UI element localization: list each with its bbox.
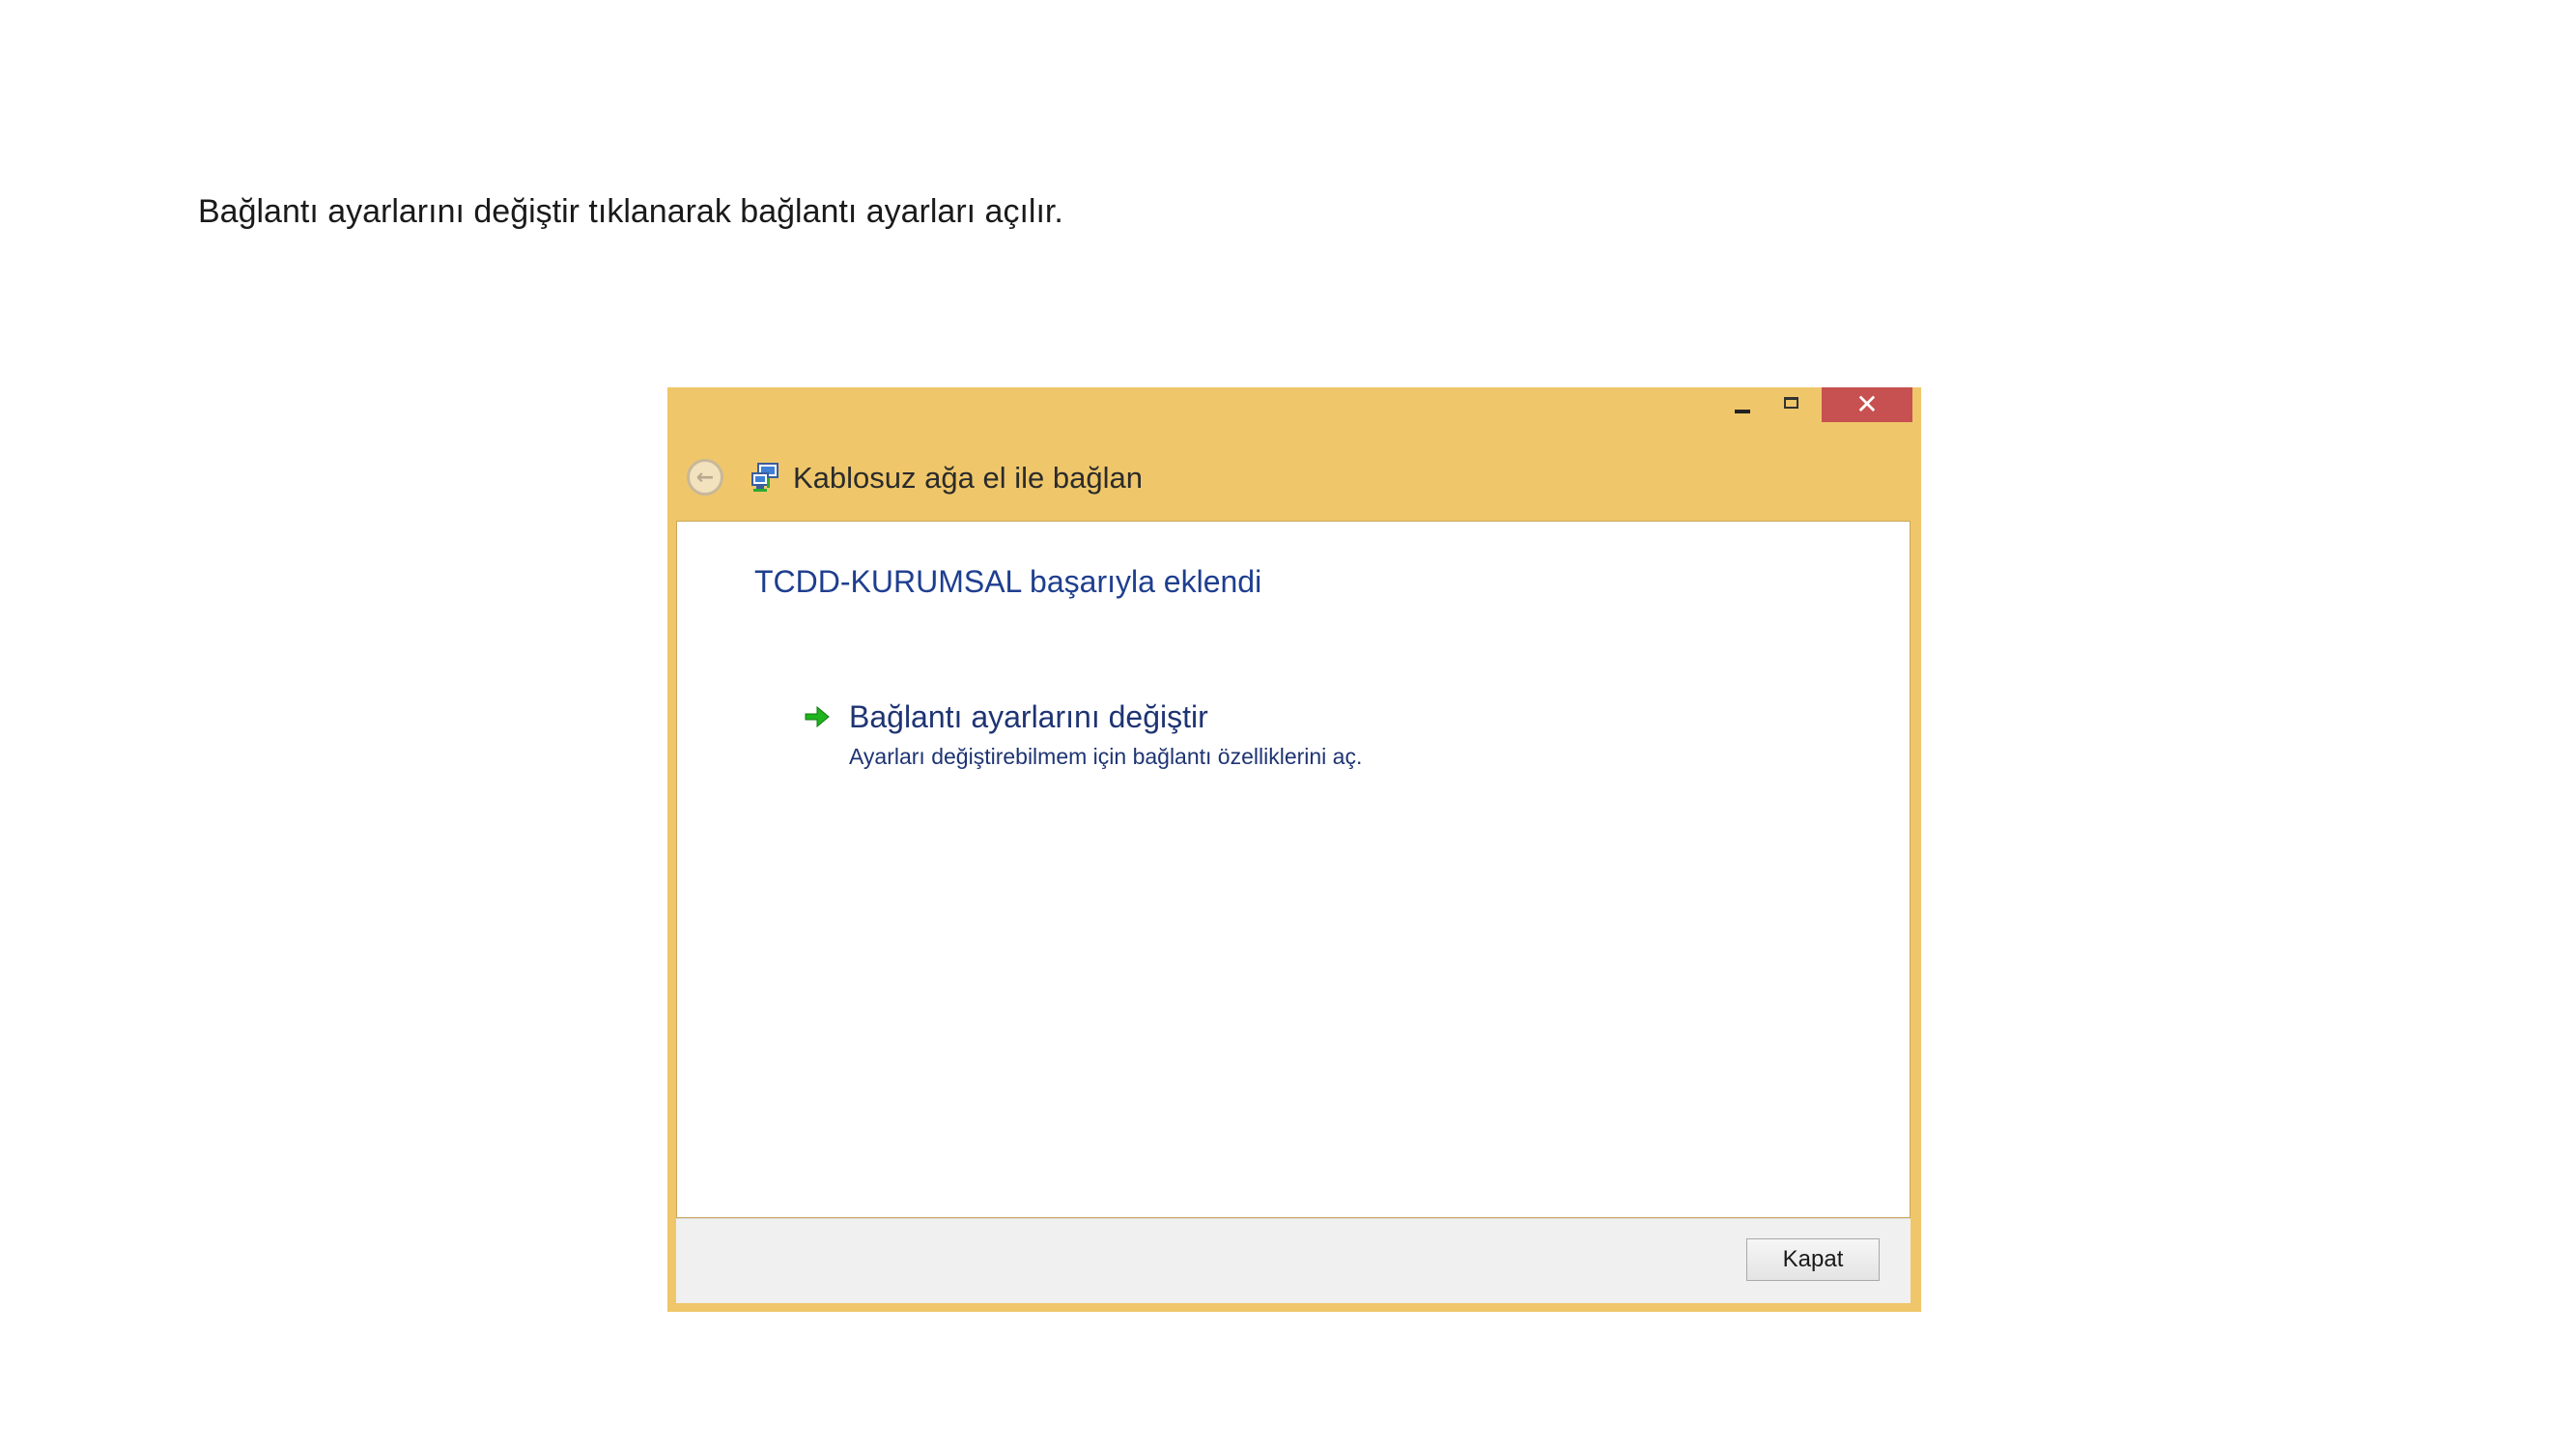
dialog-footer: Kapat — [676, 1218, 1911, 1303]
maximize-button[interactable] — [1767, 387, 1815, 422]
dialog-title: Kablosuz ağa el ile bağlan — [793, 461, 1143, 495]
back-arrow-icon: ← — [695, 465, 715, 490]
change-settings-description: Ayarları değiştirebilmem için bağlantı ö… — [849, 744, 1363, 769]
close-window-button[interactable]: ✕ — [1822, 387, 1912, 422]
close-icon: ✕ — [1855, 388, 1879, 420]
wireless-network-icon — [751, 463, 778, 492]
title-bar[interactable]: ✕ — [667, 387, 1921, 424]
back-button[interactable]: ← — [687, 459, 723, 496]
green-arrow-icon — [805, 705, 830, 728]
instruction-caption: Bağlantı ayarlarını değiştir tıklanarak … — [198, 193, 1063, 230]
dialog-header: ← Kablosuz ağa el ile bağlan — [667, 451, 1921, 509]
minimize-icon — [1735, 410, 1750, 413]
change-settings-title[interactable]: Bağlantı ayarlarını değiştir — [849, 699, 1208, 735]
dialog-window: ✕ ← Kablosuz ağa el ile bağlan TCDD-KURU… — [667, 387, 1921, 1312]
dialog-content: TCDD-KURUMSAL başarıyla eklendi Bağlantı… — [676, 521, 1911, 1218]
minimize-button[interactable] — [1718, 387, 1767, 422]
close-button[interactable]: Kapat — [1746, 1238, 1880, 1281]
success-message: TCDD-KURUMSAL başarıyla eklendi — [754, 564, 1262, 599]
maximize-icon — [1783, 397, 1798, 409]
